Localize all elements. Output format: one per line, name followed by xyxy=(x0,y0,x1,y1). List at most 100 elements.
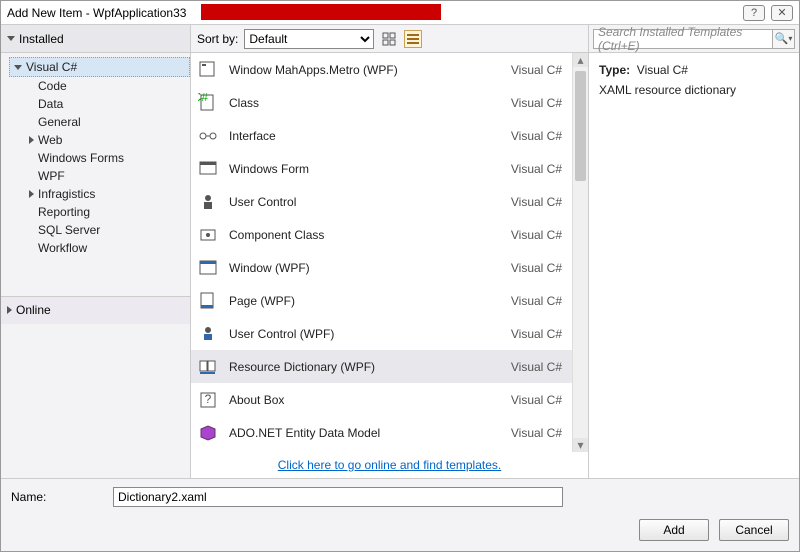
template-icon xyxy=(197,356,219,378)
tree-label: General xyxy=(38,115,81,129)
tree-label: Visual C# xyxy=(26,60,77,74)
tree-node-general[interactable]: General xyxy=(25,113,190,131)
scroll-thumb[interactable] xyxy=(575,71,586,181)
tree-label: Infragistics xyxy=(38,187,95,201)
template-item[interactable]: ADO.NET Entity Data ModelVisual C# xyxy=(191,416,572,449)
template-lang: Visual C# xyxy=(511,360,562,374)
cancel-button[interactable]: Cancel xyxy=(719,519,789,541)
template-lang: Visual C# xyxy=(511,261,562,275)
add-button[interactable]: Add xyxy=(639,519,709,541)
sortby-dropdown[interactable]: Default xyxy=(244,29,374,49)
chevron-right-icon xyxy=(29,136,34,144)
tree-label: Windows Forms xyxy=(38,151,124,165)
online-header[interactable]: Online xyxy=(1,296,190,324)
category-tree-pane: Installed Visual C# Code Data General We… xyxy=(1,25,191,478)
tree-label: Workflow xyxy=(38,241,87,255)
help-button[interactable]: ? xyxy=(743,5,765,21)
template-list-pane: Sort by: Default Window MahApps.Metro (W… xyxy=(191,25,589,478)
template-item[interactable]: Resource Dictionary (WPF) Visual C# xyxy=(191,350,572,383)
type-value: Visual C# xyxy=(637,63,688,77)
add-new-item-dialog: Add New Item - WpfApplication33 ? ✕ Inst… xyxy=(0,0,800,552)
template-name: Component Class xyxy=(229,228,501,242)
template-name: ADO.NET Entity Data Model xyxy=(229,426,501,440)
template-lang: Visual C# xyxy=(511,63,562,77)
tree-label: Reporting xyxy=(38,205,90,219)
installed-label: Installed xyxy=(19,32,64,46)
template-name: Class xyxy=(229,96,501,110)
tree-label: SQL Server xyxy=(38,223,100,237)
redaction-strip xyxy=(201,4,441,20)
search-button[interactable]: 🔍 ▾ xyxy=(773,29,795,49)
tree-node-web[interactable]: Web xyxy=(25,131,190,149)
tree-node-sqlserver[interactable]: SQL Server xyxy=(25,221,190,239)
view-list-button[interactable] xyxy=(404,30,422,48)
template-icon xyxy=(197,59,219,81)
template-lang: Visual C# xyxy=(511,294,562,308)
search-icon: 🔍 xyxy=(775,32,789,45)
tree-node-code[interactable]: Code xyxy=(25,77,190,95)
template-name: Page (WPF) xyxy=(229,294,501,308)
name-label: Name: xyxy=(11,490,101,504)
tree-label: Code xyxy=(38,79,67,93)
template-icon xyxy=(197,257,219,279)
template-item[interactable]: Component Class Visual C# xyxy=(191,218,572,251)
template-icon: ? xyxy=(197,389,219,411)
template-item[interactable]: Application Configuration FileVisual C# xyxy=(191,449,572,452)
template-icon xyxy=(197,125,219,147)
template-name: User Control (WPF) xyxy=(229,327,501,341)
template-icon xyxy=(197,158,219,180)
template-lang: Visual C# xyxy=(511,195,562,209)
template-name: User Control xyxy=(229,195,501,209)
tree-label: Web xyxy=(38,133,62,147)
template-item[interactable]: User Control Visual C# xyxy=(191,185,572,218)
template-item[interactable]: Page (WPF) Visual C# xyxy=(191,284,572,317)
tree-label: Data xyxy=(38,97,63,111)
template-name: Interface xyxy=(229,129,501,143)
scroll-down-icon[interactable]: ▾ xyxy=(573,438,588,452)
online-label: Online xyxy=(16,303,51,317)
dialog-footer: Name: Add Cancel xyxy=(1,478,799,551)
details-pane: Search Installed Templates (Ctrl+E) 🔍 ▾ … xyxy=(589,25,799,478)
tree-node-visual-csharp[interactable]: Visual C# xyxy=(9,57,190,77)
template-item[interactable]: C#ClassVisual C# xyxy=(191,86,572,119)
template-name: Resource Dictionary (WPF) xyxy=(229,360,501,374)
template-item[interactable]: Window (WPF) Visual C# xyxy=(191,251,572,284)
template-item[interactable]: ?About BoxVisual C# xyxy=(191,383,572,416)
view-large-icons-button[interactable] xyxy=(380,30,398,48)
template-item[interactable]: Windows FormVisual C# xyxy=(191,152,572,185)
template-name: About Box xyxy=(229,393,501,407)
search-input[interactable]: Search Installed Templates (Ctrl+E) xyxy=(593,29,773,49)
template-item[interactable]: Window MahApps.Metro (WPF)Visual C# xyxy=(191,53,572,86)
template-item[interactable]: Interface Visual C# xyxy=(191,119,572,152)
template-lang: Visual C# xyxy=(511,327,562,341)
svg-text:?: ? xyxy=(205,392,212,406)
online-templates-link[interactable]: Click here to go online and find templat… xyxy=(278,458,501,472)
template-list[interactable]: Window MahApps.Metro (WPF)Visual C# C# Cla… xyxy=(191,53,572,452)
name-input[interactable] xyxy=(113,487,563,507)
tree-node-data[interactable]: Data xyxy=(25,95,190,113)
type-label: Type: xyxy=(599,63,630,77)
template-name: Window (WPF) xyxy=(229,261,501,275)
tree-node-reporting[interactable]: Reporting xyxy=(25,203,190,221)
chevron-down-icon xyxy=(7,36,15,41)
titlebar: Add New Item - WpfApplication33 ? ✕ xyxy=(1,1,799,25)
template-icon: C# xyxy=(197,92,219,114)
template-item[interactable]: User Control (WPF) Visual C# xyxy=(191,317,572,350)
scroll-up-icon[interactable]: ▴ xyxy=(573,53,588,67)
template-icon xyxy=(197,191,219,213)
chevron-right-icon xyxy=(7,306,12,314)
window-title: Add New Item - WpfApplication33 xyxy=(7,6,186,20)
template-lang: Visual C# xyxy=(511,228,562,242)
template-name: Windows Form xyxy=(229,162,501,176)
tree-node-wpf[interactable]: WPF xyxy=(25,167,190,185)
close-button[interactable]: ✕ xyxy=(771,5,793,21)
scrollbar[interactable]: ▴ ▾ xyxy=(572,53,588,452)
tree-node-infragistics[interactable]: Infragistics xyxy=(25,185,190,203)
tree-label: WPF xyxy=(38,169,65,183)
installed-header[interactable]: Installed xyxy=(1,25,190,53)
tree-node-workflow[interactable]: Workflow xyxy=(25,239,190,257)
template-icon xyxy=(197,290,219,312)
svg-text:C#: C# xyxy=(198,93,208,104)
template-lang: Visual C# xyxy=(511,129,562,143)
tree-node-windows-forms[interactable]: Windows Forms xyxy=(25,149,190,167)
